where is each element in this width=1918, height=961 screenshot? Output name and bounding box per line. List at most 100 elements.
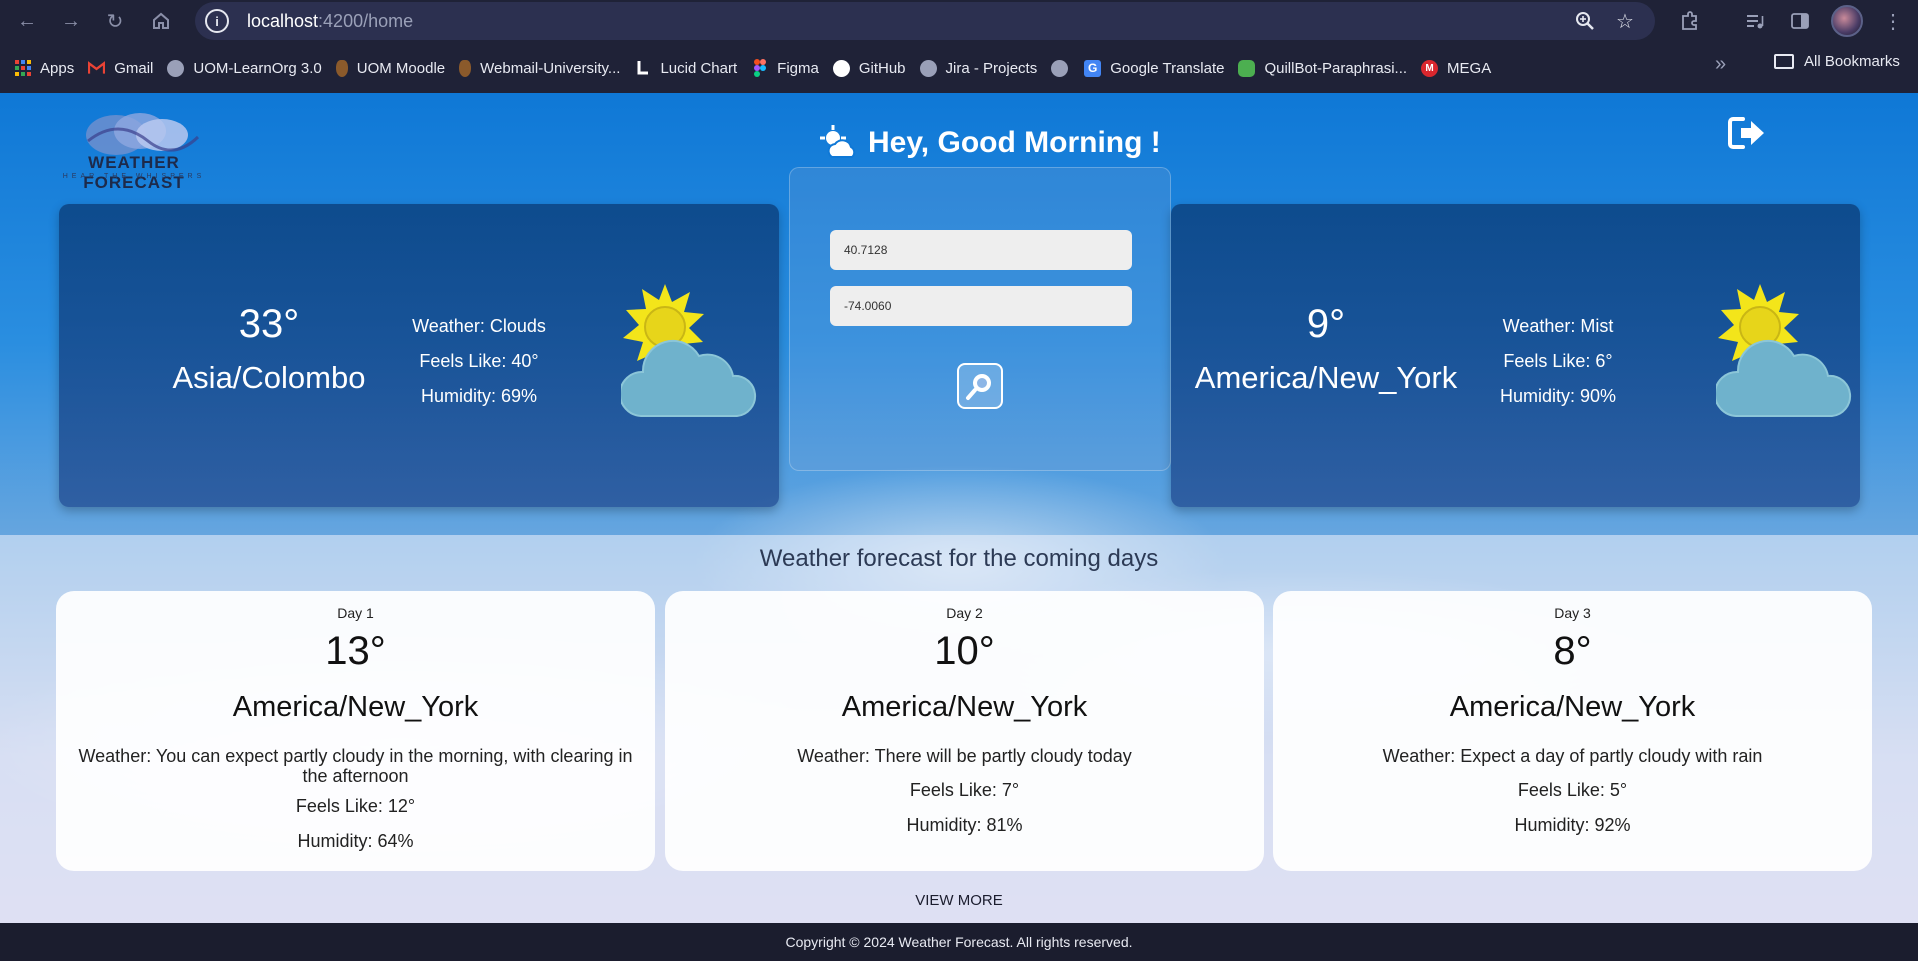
current-humidity: Humidity: 69%	[420, 386, 538, 406]
view-more-button[interactable]: VIEW MORE	[0, 892, 1918, 909]
day-feels-like: Feels Like: 5°	[1517, 780, 1628, 800]
greeting-text: Hey, Good Morning !	[868, 126, 1161, 159]
address-bar[interactable]: i localhost:4200/home ☆	[195, 2, 1655, 40]
translate-icon: G	[1084, 59, 1102, 77]
url-path: :4200/home	[318, 10, 414, 31]
all-bookmarks-label: All Bookmarks	[1804, 53, 1900, 70]
day-temp: 8°	[1553, 629, 1592, 673]
reload-icon[interactable]: ↻	[102, 8, 128, 34]
day-city: America/New_York	[841, 691, 1088, 723]
bookmark-label: MEGA	[1447, 59, 1492, 77]
bookmark-label: Gmail	[114, 59, 154, 77]
search-button[interactable]	[957, 363, 1003, 409]
day-feels-like: Feels Like: 7°	[909, 780, 1020, 800]
bookmark-label: Apps	[40, 59, 75, 77]
searched-temp: 9°	[1306, 302, 1346, 346]
forward-icon[interactable]: →	[58, 8, 84, 34]
day-city: America/New_York	[232, 691, 479, 723]
app-logo: WEATHER FORECAST HEAR THE WHISPERS	[38, 107, 230, 192]
searched-city: America/New_York	[1194, 360, 1458, 395]
bookmark-label: Jira - Projects	[945, 59, 1038, 77]
bookmark-label: UOM Moodle	[356, 59, 446, 77]
media-control-icon[interactable]	[1742, 8, 1768, 34]
github-icon	[832, 59, 850, 77]
bookmark-figma[interactable]: Figma	[744, 53, 826, 83]
forecast-section-title: Weather forecast for the coming days	[759, 545, 1159, 572]
day-humidity: Humidity: 92%	[1514, 815, 1631, 835]
logo-clouds-icon	[86, 113, 200, 155]
searched-humidity: Humidity: 90%	[1499, 386, 1617, 406]
day-weather-desc: Weather: You can expect partly cloudy in…	[78, 746, 633, 786]
home-icon[interactable]	[148, 8, 174, 34]
bookmark-mega[interactable]: M MEGA	[1414, 53, 1498, 83]
bookmark-lucid-chart[interactable]: Lucid Chart	[627, 53, 744, 83]
url-host: localhost	[247, 10, 319, 31]
day-label: Day 2	[946, 605, 983, 621]
day-label: Day 3	[1554, 605, 1591, 621]
day-weather-desc: Weather: Expect a day of partly cloudy w…	[1382, 746, 1763, 766]
day-label: Day 1	[337, 605, 374, 621]
current-weather-card: 33° Asia/Colombo Weather: Clouds Feels L…	[59, 204, 779, 507]
browser-toolbar: ← → ↻ i localhost:4200/home ☆ ⋮	[0, 0, 1918, 43]
bookmark-gmail[interactable]: Gmail	[81, 53, 160, 83]
bookmark-google-translate[interactable]: G Google Translate	[1077, 53, 1231, 83]
crest-icon	[459, 59, 472, 77]
current-feels-like: Feels Like: 40°	[419, 351, 539, 371]
profile-avatar[interactable]	[1831, 5, 1863, 37]
all-bookmarks-button[interactable]: All Bookmarks	[1774, 53, 1900, 70]
partly-cloudy-icon	[621, 284, 757, 417]
bookmark-star-icon[interactable]: ☆	[1613, 9, 1637, 33]
globe-icon	[919, 59, 937, 77]
day-city: America/New_York	[1449, 691, 1696, 723]
quillbot-icon	[1238, 59, 1256, 77]
site-info-icon[interactable]: i	[205, 9, 229, 33]
bookmark-unnamed[interactable]	[1044, 53, 1077, 83]
logo-subtitle: HEAR THE WHISPERS	[62, 173, 206, 180]
searched-weather-desc: Weather: Mist	[1502, 316, 1614, 336]
globe-icon	[167, 59, 185, 77]
zoom-icon[interactable]	[1573, 9, 1597, 33]
day-humidity: Humidity: 81%	[906, 815, 1023, 835]
mega-icon: M	[1421, 59, 1439, 77]
bookmark-label: UOM-LearnOrg 3.0	[193, 59, 322, 77]
logout-icon[interactable]	[1727, 115, 1767, 151]
weather-page: WEATHER FORECAST HEAR THE WHISPERS Hey, …	[0, 93, 1918, 923]
searched-weather-card: 9° America/New_York Weather: Mist Feels …	[1171, 204, 1860, 507]
bookmark-apps[interactable]: Apps	[7, 53, 81, 83]
bookmark-label: Lucid Chart	[660, 59, 738, 77]
greeting-heading: Hey, Good Morning !	[818, 123, 1161, 163]
forecast-day-card: Day 1 13° America/New_York Weather: You …	[56, 591, 655, 871]
side-panel-icon[interactable]	[1787, 8, 1813, 34]
folder-icon	[1774, 54, 1794, 69]
extensions-icon[interactable]	[1677, 8, 1703, 34]
globe-icon	[1051, 59, 1069, 77]
forecast-day-card: Day 2 10° America/New_York Weather: Ther…	[665, 591, 1264, 871]
latitude-input[interactable]	[830, 230, 1132, 270]
day-temp: 13°	[325, 629, 386, 673]
bookmark-jira[interactable]: Jira - Projects	[913, 53, 1045, 83]
chevron-double-right-icon[interactable]: »	[1715, 53, 1726, 76]
bookmark-label: Figma	[777, 59, 819, 77]
bookmarks-bar: Apps Gmail UOM-LearnOrg 3.0 UOM Moodle W…	[0, 43, 1918, 93]
bookmark-uom-learnorg[interactable]: UOM-LearnOrg 3.0	[160, 53, 328, 83]
bookmark-label: GitHub	[858, 59, 906, 77]
bookmark-uom-moodle[interactable]: UOM Moodle	[329, 53, 452, 83]
day-feels-like: Feels Like: 12°	[295, 796, 416, 816]
coordinate-search-card	[789, 167, 1171, 471]
sun-cloud-icon	[820, 125, 856, 158]
bookmark-label: QuillBot-Paraphrasi...	[1264, 59, 1408, 77]
footer: Copyright © 2024 Weather Forecast. All r…	[0, 923, 1918, 961]
longitude-input[interactable]	[830, 286, 1132, 326]
menu-kebab-icon[interactable]: ⋮	[1880, 8, 1906, 34]
copyright-text: Copyright © 2024 Weather Forecast. All r…	[785, 934, 1133, 950]
bookmark-github[interactable]: GitHub	[826, 53, 913, 83]
bookmark-quillbot[interactable]: QuillBot-Paraphrasi...	[1231, 53, 1414, 83]
day-humidity: Humidity: 64%	[297, 831, 414, 851]
searched-feels-like: Feels Like: 6°	[1503, 351, 1613, 371]
bookmark-label: Google Translate	[1110, 59, 1225, 77]
forecast-day-card: Day 3 8° America/New_York Weather: Expec…	[1273, 591, 1872, 871]
bookmark-webmail[interactable]: Webmail-University...	[452, 53, 627, 83]
search-icon	[966, 374, 991, 400]
back-icon[interactable]: ←	[14, 8, 40, 34]
gmail-icon	[88, 60, 106, 77]
